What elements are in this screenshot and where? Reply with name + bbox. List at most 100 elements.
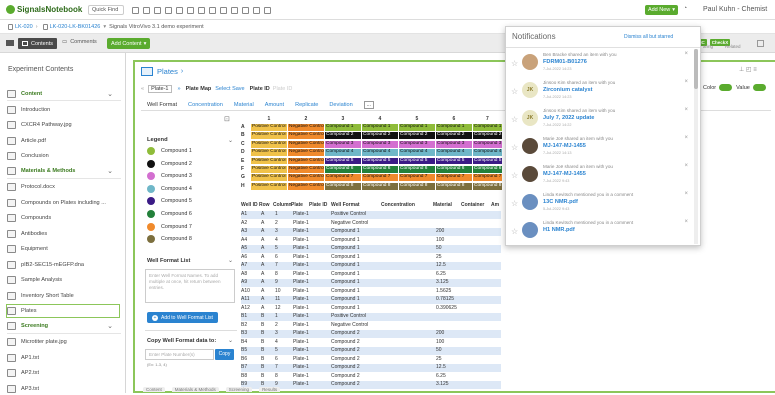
panel-tools-icon[interactable]: ⊥ ◰ ≡ <box>739 66 757 73</box>
tab-material[interactable]: Material <box>234 102 254 108</box>
collapse-icon[interactable]: ⊡ <box>224 115 230 123</box>
star-icon[interactable]: ☆ <box>511 87 518 96</box>
tab-deviation[interactable]: Deviation <box>329 102 352 108</box>
table-row[interactable]: A7 A 7 Plate-1 Compound 1 12.5 <box>241 262 501 270</box>
star-icon[interactable]: ☆ <box>511 171 518 180</box>
plate-well[interactable]: Negative Control <box>288 140 325 148</box>
plate-well[interactable]: Compound 4 <box>362 149 399 156</box>
notification-item[interactable]: ☆ Ben Bracke shared an item with you FDRM0… <box>510 50 694 81</box>
plate-well[interactable]: Compound 5 <box>362 157 399 165</box>
chevron-down-icon[interactable]: ⌄ <box>107 322 113 330</box>
notification-link[interactable]: July 7, 2022 update <box>543 115 594 121</box>
bottom-tab[interactable]: Content <box>143 387 165 392</box>
close-icon[interactable]: × <box>684 79 688 85</box>
plate-well[interactable]: Compound 8 <box>399 182 436 190</box>
tab-amount[interactable]: Amount <box>265 102 284 108</box>
table-row[interactable]: A5 A 5 Plate-1 Compound 1 50 <box>241 245 501 253</box>
column-header[interactable]: Concentration <box>381 202 415 210</box>
sidebar-item[interactable]: Content ⌄ <box>7 87 121 101</box>
close-icon[interactable]: × <box>684 219 688 225</box>
plate-well[interactable]: Negative Control <box>288 157 325 165</box>
sidebar-item[interactable]: AP1.txt <box>7 351 121 365</box>
plate-well[interactable]: Compound 6 <box>473 166 503 173</box>
plate-well[interactable]: Compound 5 <box>325 157 362 165</box>
sidebar-item[interactable]: Compounds <box>7 211 121 225</box>
plate-well[interactable]: Compound 7 <box>473 174 503 182</box>
plate-well[interactable]: Compound 7 <box>325 174 362 182</box>
legend-item[interactable]: Compound 1 <box>147 147 192 155</box>
column-header[interactable]: Am <box>491 202 499 210</box>
notification-link[interactable]: MJ-147-MJ-1455 <box>543 171 586 177</box>
plate-well[interactable]: Compound 2 <box>325 132 362 140</box>
star-icon[interactable]: ☆ <box>511 143 518 152</box>
plate-well[interactable]: Compound 3 <box>399 140 436 148</box>
chevron-down-icon[interactable]: ▾ <box>103 24 106 30</box>
column-header[interactable]: Plate ID <box>309 202 327 210</box>
sidebar-item[interactable]: Conclusion <box>7 149 121 163</box>
plate-well[interactable]: Positive Control <box>251 124 288 131</box>
table-row[interactable]: A9 A 9 Plate-1 Compound 1 3.125 <box>241 279 501 287</box>
sidebar-item[interactable]: AP3.txt <box>7 382 121 394</box>
star-icon[interactable]: ☆ <box>511 199 518 208</box>
close-icon[interactable]: × <box>684 191 688 197</box>
plate-well[interactable]: Compound 6 <box>325 166 362 173</box>
plate-well[interactable]: Compound 5 <box>399 157 436 165</box>
table-row[interactable]: B1 B 1 Plate-1 Positive Control <box>241 313 501 321</box>
plate-well[interactable]: Compound 4 <box>399 149 436 156</box>
column-header[interactable]: Well Format <box>331 202 360 210</box>
plate-select[interactable]: Plate-1 <box>148 85 172 93</box>
bottom-tab[interactable]: Screening <box>225 387 253 392</box>
sidebar-item[interactable]: CXCR4 Pathway.jpg <box>7 118 121 132</box>
legend-item[interactable]: Compound 5 <box>147 197 192 206</box>
plate-well[interactable]: Compound 3 <box>325 140 362 148</box>
plate-well[interactable]: Compound 1 <box>473 124 503 131</box>
plate-well[interactable]: Compound 1 <box>399 124 436 131</box>
tab-replicate[interactable]: Replicate <box>295 102 318 108</box>
chart-icon[interactable] <box>198 7 205 14</box>
legend-item[interactable]: Compound 6 <box>147 210 192 218</box>
plate-well[interactable]: Compound 4 <box>473 149 503 156</box>
chevron-down-icon[interactable]: ⌄ <box>228 257 233 264</box>
related-link[interactable]: Related <box>725 44 741 49</box>
list-icon[interactable] <box>165 7 172 14</box>
legend-item[interactable]: Compound 4 <box>147 184 192 193</box>
plate-well[interactable]: Negative Control <box>288 132 325 140</box>
well-format-input[interactable]: Enter Well Format Names. To add multiple… <box>145 269 235 303</box>
plate-well[interactable]: Negative Control <box>288 174 325 182</box>
plate-well[interactable]: Positive Control <box>251 174 288 182</box>
table-row[interactable]: A4 A 4 Plate-1 Compound 1 100 <box>241 236 501 245</box>
close-icon[interactable]: × <box>684 107 688 113</box>
table-row[interactable]: A10 A 10 Plate-1 Compound 1 1.5625 <box>241 287 501 296</box>
image-icon[interactable] <box>187 7 194 14</box>
star-icon[interactable]: ☆ <box>511 59 518 68</box>
plate-well[interactable]: Positive Control <box>251 157 288 165</box>
plate-well[interactable]: Compound 3 <box>362 140 399 148</box>
app-logo[interactable]: SignalsNotebook <box>6 5 82 14</box>
sidebar-item[interactable]: Compounds on Plates including ... <box>7 196 121 210</box>
plate-number-input[interactable]: Enter Plate Number(s) <box>145 349 214 360</box>
user-name[interactable]: Paul Kuhn - Chemist <box>703 6 767 13</box>
notification-link[interactable]: Zirconium catalyst <box>543 87 592 93</box>
gear-icon[interactable] <box>253 7 260 14</box>
table-row[interactable]: A6 A 6 Plate-1 Compound 1 25 <box>241 253 501 262</box>
sidebar-item[interactable]: Antibodies <box>7 227 121 241</box>
table-row[interactable]: B6 B 6 Plate-1 Compound 2 25 <box>241 355 501 364</box>
table-row[interactable]: A1 A 1 Plate-1 Positive Control <box>241 211 501 219</box>
flask-icon[interactable] <box>220 7 227 14</box>
select-save-link[interactable]: Select Save <box>215 86 244 92</box>
add-to-well-format-button[interactable]: + Add to Well Format List <box>147 312 218 323</box>
plate-well[interactable]: Compound 6 <box>399 166 436 173</box>
plate-id-input[interactable]: Plate ID <box>273 86 293 92</box>
table-row[interactable]: B3 B 3 Plate-1 Compound 2 200 <box>241 330 501 338</box>
plate-well[interactable]: Compound 3 <box>436 140 473 148</box>
column-header[interactable]: Container <box>461 202 484 210</box>
chevron-down-icon[interactable]: ⌄ <box>107 90 113 98</box>
plate-well[interactable]: Compound 8 <box>436 182 473 190</box>
sidebar-item[interactable]: Introduction <box>7 103 121 117</box>
plate-well[interactable]: Negative Control <box>288 182 325 190</box>
legend-item[interactable]: Compound 2 <box>147 159 192 168</box>
legend-item[interactable]: Compound 3 <box>147 172 192 181</box>
breadcrumb-experiment[interactable]: LK-020-LK-BK01426 <box>50 24 101 30</box>
notification-item[interactable]: ☆ Marie Joë shared an item with you MJ-147… <box>510 134 694 165</box>
notification-item[interactable]: ☆ Linda Kevitsch mentioned you in a comme… <box>510 218 694 249</box>
